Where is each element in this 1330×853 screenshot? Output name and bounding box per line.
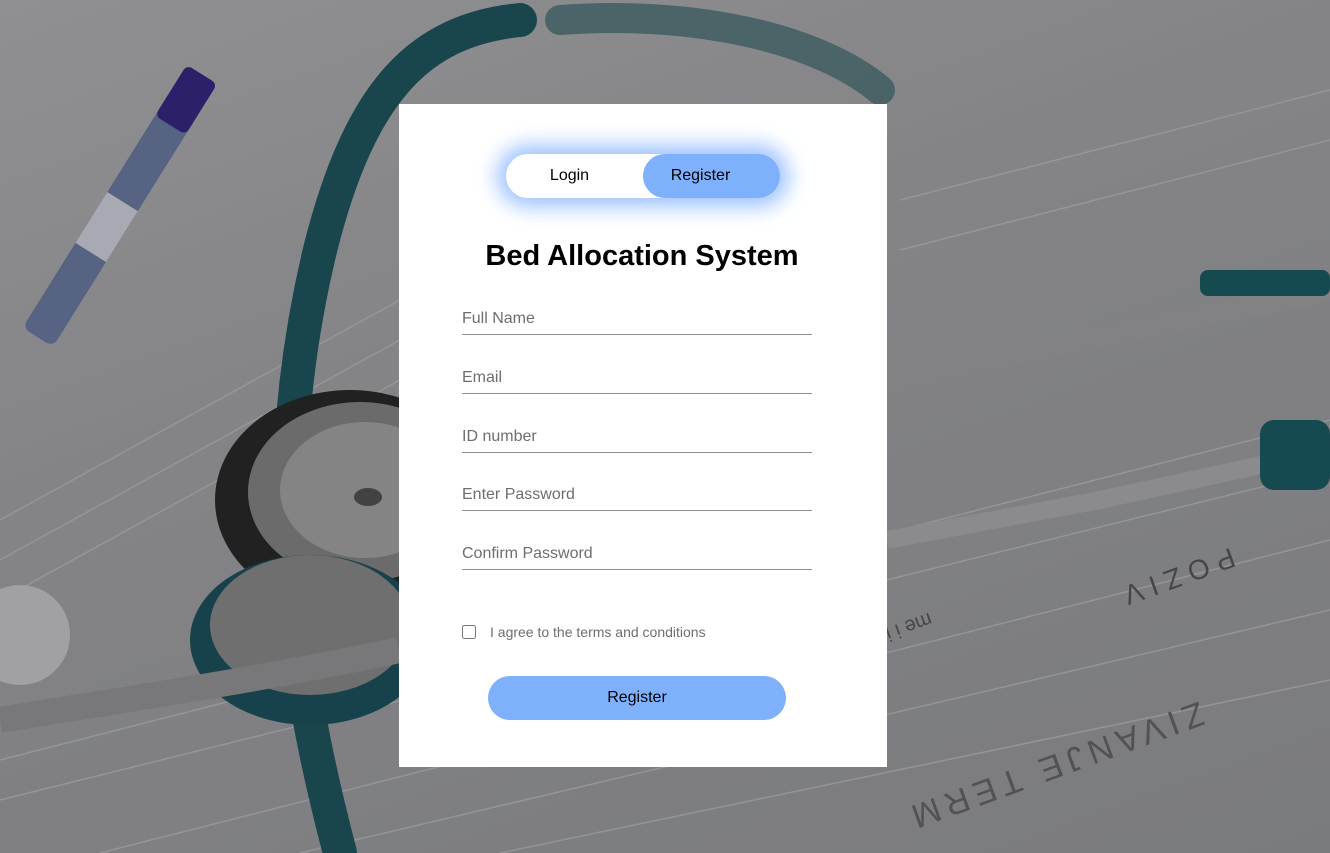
auth-mode-toggle: Login Register <box>506 154 780 198</box>
register-card: Login Register Bed Allocation System I a… <box>399 104 887 767</box>
register-tab[interactable]: Register <box>643 154 780 198</box>
terms-checkbox[interactable] <box>462 625 476 639</box>
password-field[interactable] <box>462 480 812 511</box>
terms-label: I agree to the terms and conditions <box>490 624 706 640</box>
register-button[interactable]: Register <box>488 676 786 720</box>
full-name-field[interactable] <box>462 304 812 335</box>
terms-row: I agree to the terms and conditions <box>462 623 706 641</box>
email-field[interactable] <box>462 363 812 394</box>
id-number-field[interactable] <box>462 422 812 453</box>
confirm-password-field[interactable] <box>462 539 812 570</box>
page-title: Bed Allocation System <box>485 240 799 272</box>
login-tab[interactable]: Login <box>506 154 643 198</box>
